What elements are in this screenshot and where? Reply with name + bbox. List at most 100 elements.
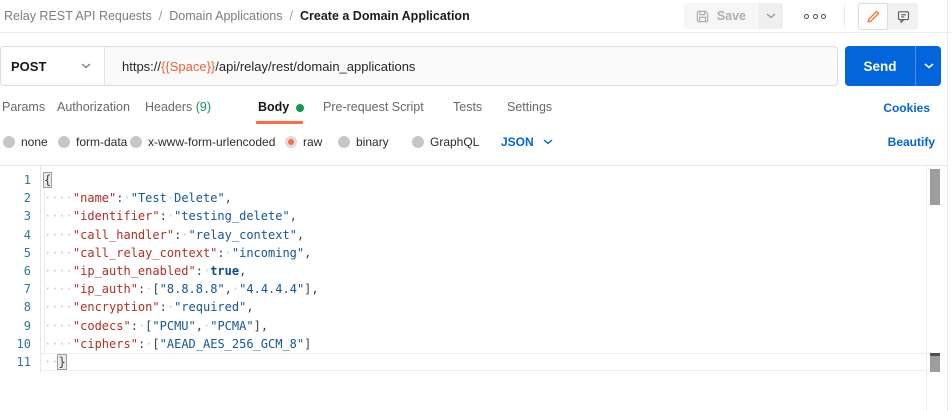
send-button[interactable]: Send xyxy=(845,46,915,86)
cookies-link[interactable]: Cookies xyxy=(883,101,930,115)
code-line[interactable]: 1{ xyxy=(0,171,947,189)
code-line[interactable]: 2····"name":·"Test·Delete", xyxy=(0,189,947,207)
mode-label: none xyxy=(21,135,48,149)
tab-settings[interactable]: Settings xyxy=(507,100,552,114)
more-actions-button[interactable] xyxy=(799,3,831,29)
body-modified-dot xyxy=(296,104,304,112)
url-bar: POST https://{{Space}}/api/relay/rest/do… xyxy=(0,46,838,86)
body-mode-raw[interactable]: raw xyxy=(285,135,322,149)
request-editor-panel: Relay REST API Requests / Domain Applica… xyxy=(0,0,952,411)
save-options-chevron-button[interactable] xyxy=(758,3,783,29)
tab-label: Params xyxy=(2,100,45,114)
request-tabs: Params Authorization Headers (9) Body Pr… xyxy=(0,92,952,126)
code-line[interactable]: 6····"ip_auth_enabled":·true, xyxy=(0,262,947,280)
body-mode-graphql[interactable]: GraphQL xyxy=(412,135,479,149)
send-button-group: Send xyxy=(845,46,941,86)
edit-documentation-button[interactable] xyxy=(858,3,888,30)
url-prefix: https:// xyxy=(122,59,161,74)
tab-label: Headers xyxy=(145,100,192,114)
line-number: 10 xyxy=(0,335,40,353)
top-actions: Save xyxy=(684,3,918,30)
save-button-label: Save xyxy=(717,9,746,23)
code-area: 1{2····"name":·"Test·Delete",3····"ident… xyxy=(0,166,947,371)
body-code-editor[interactable]: 1{2····"name":·"Test·Delete",3····"ident… xyxy=(0,165,947,411)
radio-icon xyxy=(130,136,142,148)
code-text: ····"call_relay_context":·"incoming", xyxy=(40,244,311,262)
breadcrumb-request-title[interactable]: Create a Domain Application xyxy=(300,9,470,23)
line-number: 11 xyxy=(0,353,40,371)
line-number: 9 xyxy=(0,317,40,335)
pencil-icon xyxy=(866,9,881,24)
code-line[interactable]: 11··} xyxy=(0,353,947,371)
code-line[interactable]: 7····"ip_auth":·["8.8.8.8",·"4.4.4.4"], xyxy=(0,280,947,298)
chevron-down-icon xyxy=(81,63,91,69)
code-text: ····"ip_auth_enabled":·true, xyxy=(40,262,246,280)
breadcrumb-separator: / xyxy=(159,9,162,23)
chevron-down-icon xyxy=(924,63,934,69)
line-number: 8 xyxy=(0,298,40,316)
breadcrumb-collection[interactable]: Relay REST API Requests xyxy=(4,9,152,23)
method-select[interactable]: POST xyxy=(1,47,105,85)
mode-label: x-www-form-urlencoded xyxy=(148,135,275,149)
radio-icon xyxy=(3,136,15,148)
tab-label: Settings xyxy=(507,100,552,114)
code-line[interactable]: 3····"identifier":·"testing_delete", xyxy=(0,207,947,225)
active-tab-underline xyxy=(256,121,303,124)
code-text: { xyxy=(40,171,51,189)
radio-icon xyxy=(58,136,70,148)
breadcrumb-folder[interactable]: Domain Applications xyxy=(169,9,282,23)
code-text: ····"ciphers":·["AEAD_AES_256_GCM_8"] xyxy=(40,335,311,353)
body-mode-none[interactable]: none xyxy=(3,135,48,149)
body-mode-binary[interactable]: binary xyxy=(338,135,389,149)
radio-icon xyxy=(412,136,424,148)
comment-icon xyxy=(896,9,911,24)
code-text: ····"identifier":·"testing_delete", xyxy=(40,207,297,225)
tab-label: Pre-request Script xyxy=(323,100,424,114)
line-number: 7 xyxy=(0,280,40,298)
code-text: ····"codecs":·["PCMU",·"PCMA"], xyxy=(40,317,268,335)
beautify-link[interactable]: Beautify xyxy=(888,135,935,149)
url-input[interactable]: https://{{Space}}/api/relay/rest/domain_… xyxy=(105,47,837,85)
code-line[interactable]: 8····"encryption":·"required", xyxy=(0,298,947,316)
line-number: 2 xyxy=(0,189,40,207)
code-line[interactable]: 9····"codecs":·["PCMU",·"PCMA"], xyxy=(0,317,947,335)
tab-body[interactable]: Body xyxy=(258,100,304,114)
tab-tests[interactable]: Tests xyxy=(453,100,482,114)
save-button[interactable]: Save xyxy=(684,3,757,29)
more-dots-icon xyxy=(813,14,818,19)
headers-count-badge: (9) xyxy=(196,100,211,114)
code-text: ····"name":·"Test·Delete", xyxy=(40,189,232,207)
tab-pre-request-script[interactable]: Pre-request Script xyxy=(323,100,424,114)
body-mode-x-www-form-urlencoded[interactable]: x-www-form-urlencoded xyxy=(130,135,275,149)
send-options-chevron-button[interactable] xyxy=(915,46,941,86)
comments-button[interactable] xyxy=(888,3,918,30)
language-select[interactable]: JSON xyxy=(501,135,553,149)
line-number: 3 xyxy=(0,207,40,225)
line-number: 6 xyxy=(0,262,40,280)
line-number: 5 xyxy=(0,244,40,262)
tab-params[interactable]: Params xyxy=(2,100,45,114)
top-bar: Relay REST API Requests / Domain Applica… xyxy=(0,0,952,33)
body-mode-row: none form-data x-www-form-urlencoded raw… xyxy=(0,128,952,162)
code-line[interactable]: 4····"call_handler":·"relay_context", xyxy=(0,226,947,244)
tab-label: Tests xyxy=(453,100,482,114)
pane-right-border xyxy=(947,0,948,411)
breadcrumb-separator: / xyxy=(290,9,293,23)
mode-label: GraphQL xyxy=(430,135,479,149)
code-text: ··} xyxy=(40,353,66,371)
breadcrumb: Relay REST API Requests / Domain Applica… xyxy=(4,9,470,23)
code-text: ····"encryption":·"required", xyxy=(40,298,254,316)
url-variable: {{Space}} xyxy=(161,59,215,74)
code-text: ····"ip_auth":·["8.8.8.8",·"4.4.4.4"], xyxy=(40,280,319,298)
code-line[interactable]: 5····"call_relay_context":·"incoming", xyxy=(0,244,947,262)
code-line[interactable]: 10····"ciphers":·["AEAD_AES_256_GCM_8"] xyxy=(0,335,947,353)
more-dots-icon xyxy=(804,14,809,19)
tab-authorization[interactable]: Authorization xyxy=(57,100,130,114)
radio-icon xyxy=(338,136,350,148)
body-mode-form-data[interactable]: form-data xyxy=(58,135,127,149)
save-icon xyxy=(695,9,710,24)
mode-label: binary xyxy=(356,135,389,149)
tab-headers[interactable]: Headers (9) xyxy=(145,100,211,114)
radio-selected-icon xyxy=(285,136,297,148)
language-label: JSON xyxy=(501,135,534,149)
